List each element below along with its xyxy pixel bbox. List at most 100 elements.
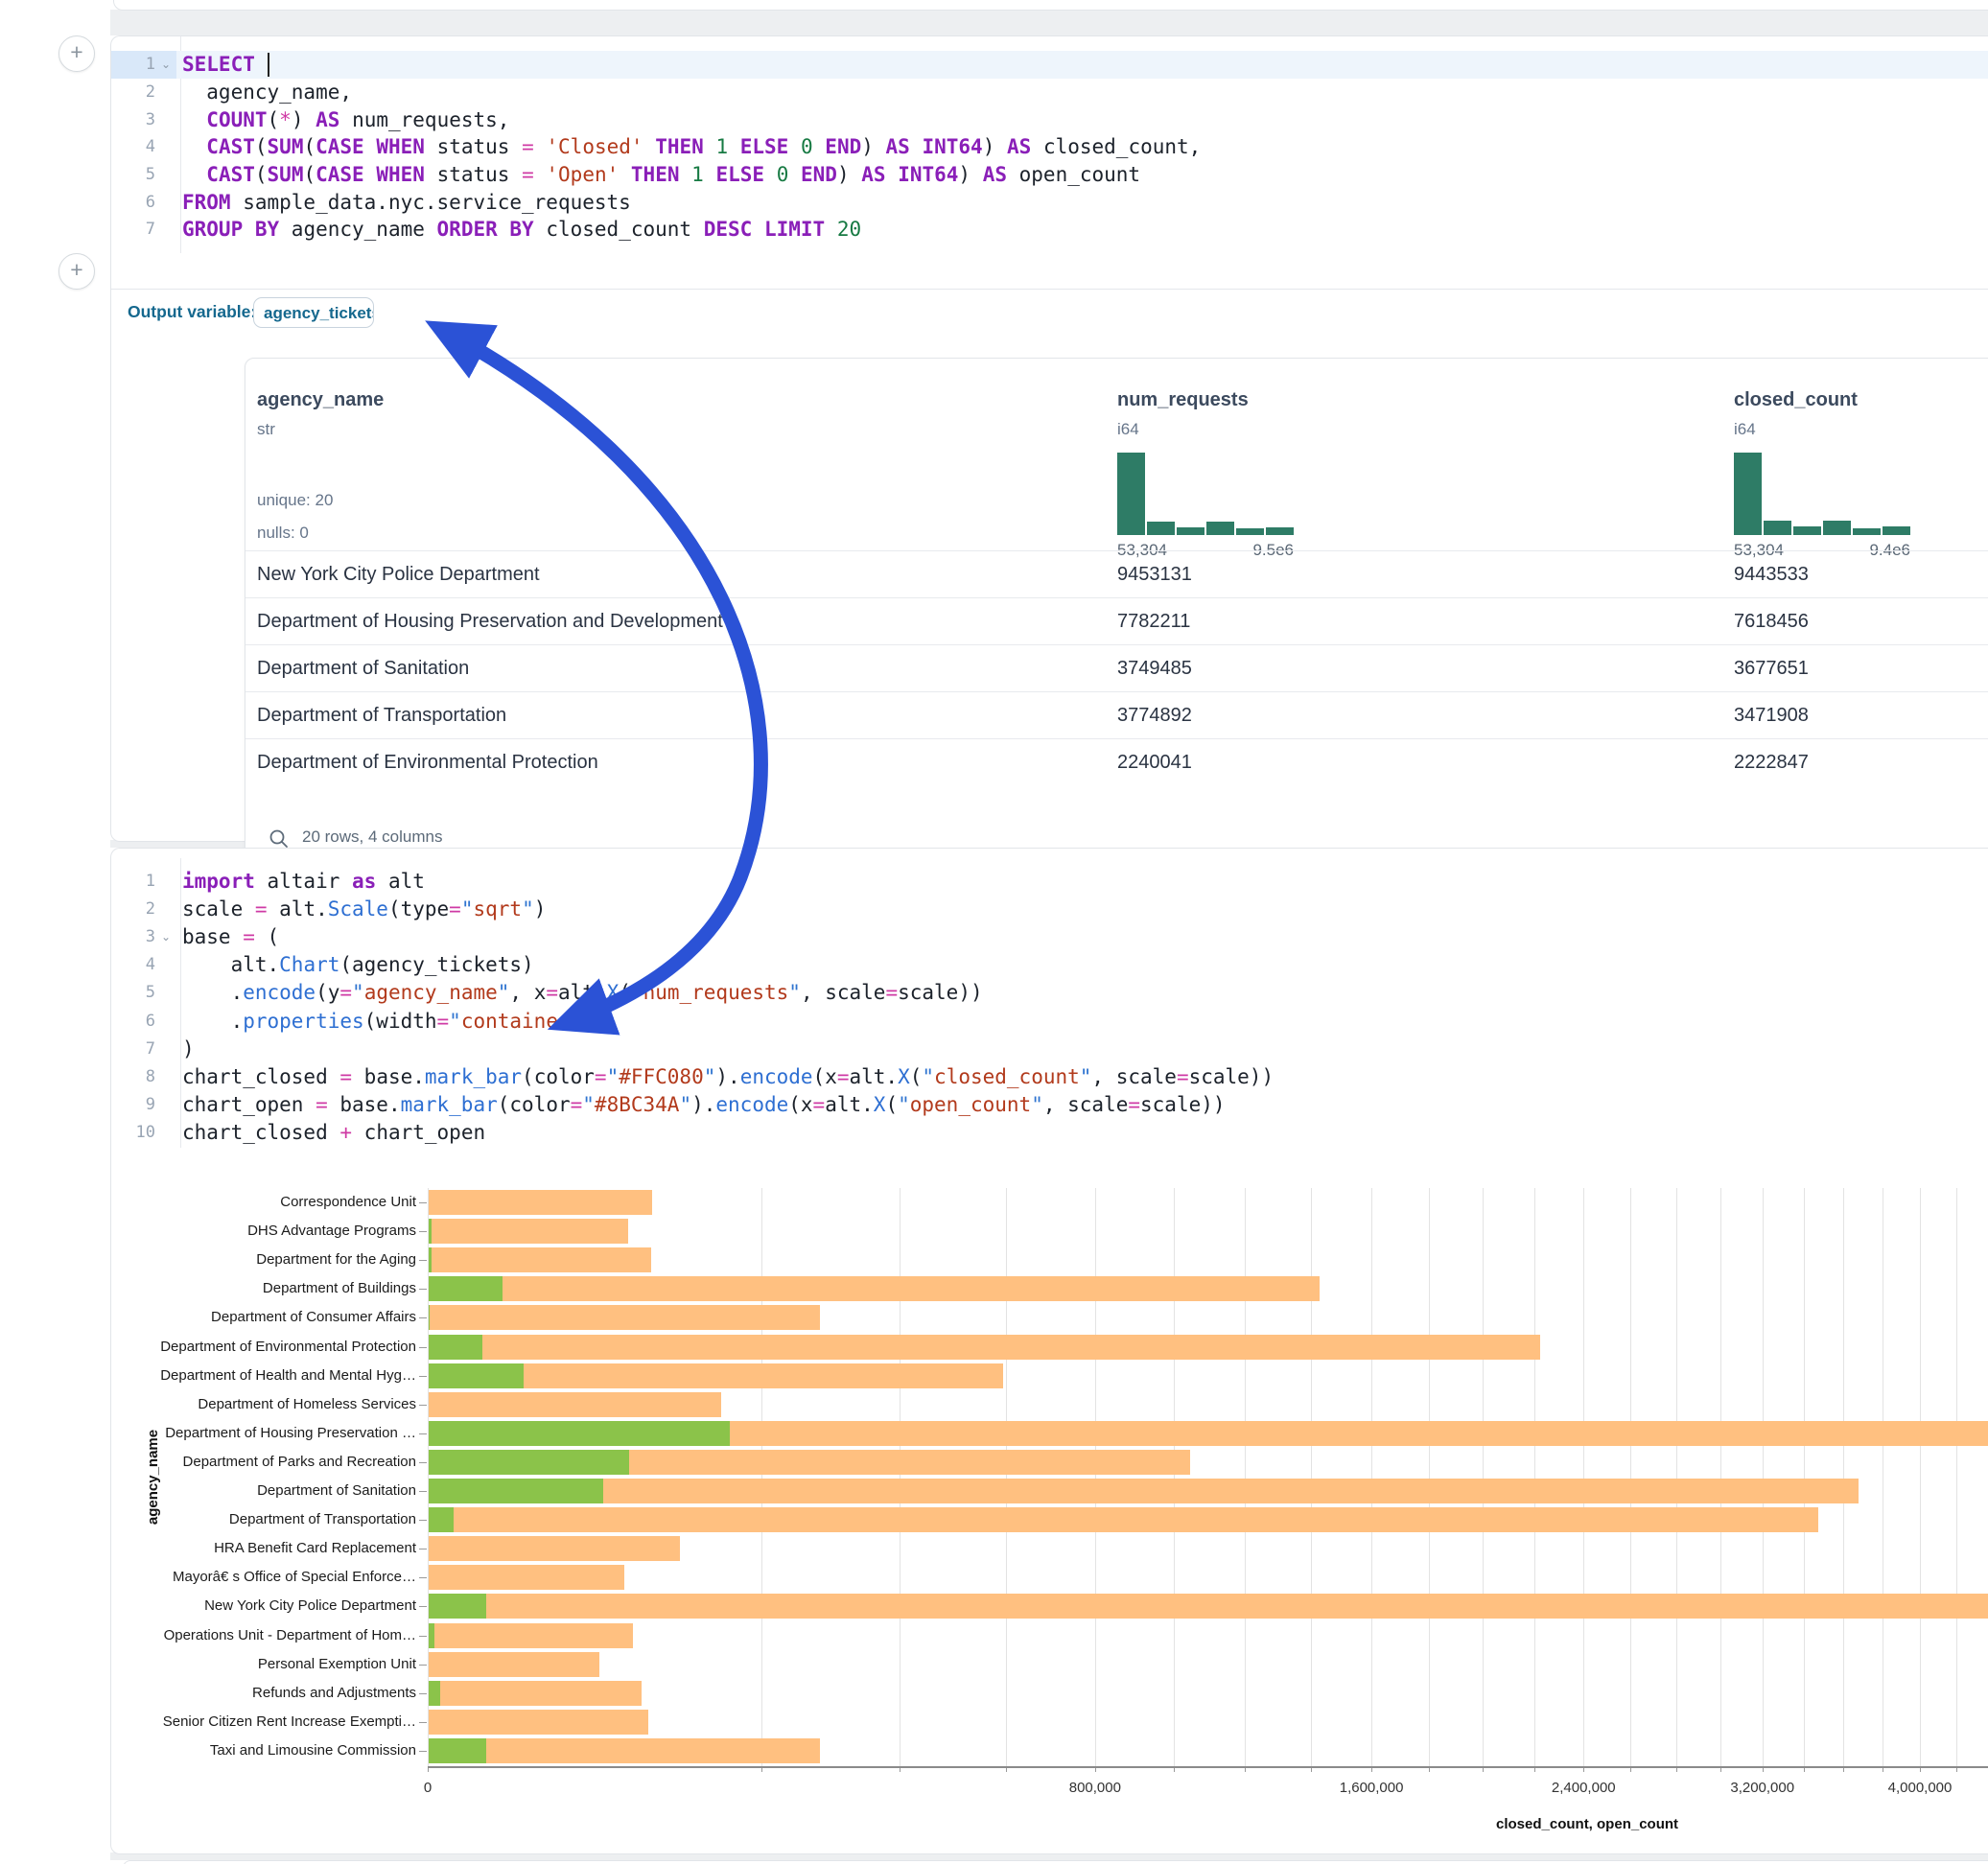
table-cell: 3749485 xyxy=(1117,645,1192,692)
table-cell: 3774892 xyxy=(1117,692,1192,739)
code-text: COUNT(*) AS num_requests, xyxy=(176,108,509,131)
table-row[interactable]: Department of Environmental Protection 22… xyxy=(246,738,1988,786)
line-number: 8 xyxy=(111,1067,155,1086)
code-text: ) xyxy=(176,1037,195,1060)
code-line[interactable]: 5 CAST(SUM(CASE WHEN status = 'Open' THE… xyxy=(111,161,1988,189)
table-cell: 9453131 xyxy=(1117,551,1192,598)
code-line[interactable]: 6 FROM sample_data.nyc.service_requests xyxy=(111,188,1988,216)
line-number: 5 xyxy=(111,165,155,184)
code-text: .encode(y="agency_name", x=alt.X("num_re… xyxy=(176,981,983,1004)
code-text: scale = alt.Scale(type="sqrt") xyxy=(176,897,546,920)
column-histogram xyxy=(1734,453,1910,535)
table-cell: 7618456 xyxy=(1734,598,1809,645)
table-cell: Department of Transportation xyxy=(257,692,506,739)
table-cell: 9443533 xyxy=(1734,551,1809,598)
line-number: 6 xyxy=(111,193,155,212)
code-line[interactable]: 5 .encode(y="agency_name", x=alt.X("num_… xyxy=(111,979,1988,1007)
output-variable-bar: Output variable: agency_tickets xyxy=(111,289,1988,336)
code-text: alt.Chart(agency_tickets) xyxy=(176,953,534,976)
code-text: FROM sample_data.nyc.service_requests xyxy=(176,191,631,214)
line-number: 1 xyxy=(111,55,155,74)
code-text: CAST(SUM(CASE WHEN status = 'Closed' THE… xyxy=(176,135,1201,158)
table-row[interactable]: Department of Transportation 3774892 34719… xyxy=(246,691,1988,739)
line-number: 6 xyxy=(111,1012,155,1031)
code-text: CAST(SUM(CASE WHEN status = 'Open' THEN … xyxy=(176,163,1140,186)
python-code-editor[interactable]: 1 import altair as alt 2 scale = alt.Scale(… xyxy=(111,867,1988,1147)
sql-cell: 1⌄SELECT 2 agency_name,3 COUNT(*) AS num… xyxy=(110,35,1988,842)
code-line[interactable]: 10 chart_closed + chart_open xyxy=(111,1119,1988,1147)
table-cell: Department of Environmental Protection xyxy=(257,739,598,786)
search-icon[interactable] xyxy=(269,828,290,850)
code-text: SELECT xyxy=(176,53,269,78)
output-variable-pill[interactable]: agency_tickets xyxy=(253,297,374,328)
code-text: chart_closed = base.mark_bar(color="#FFC… xyxy=(176,1065,1274,1088)
code-text: chart_closed + chart_open xyxy=(176,1121,485,1144)
code-text: chart_open = base.mark_bar(color="#8BC34… xyxy=(176,1093,1226,1116)
cell-gap xyxy=(110,10,1988,35)
sql-code-editor[interactable]: 1⌄SELECT 2 agency_name,3 COUNT(*) AS num… xyxy=(111,51,1988,244)
notebook-page: + + 1⌄SELECT 2 agency_name,3 COUNT(*) AS… xyxy=(0,0,1988,1864)
plus-icon: + xyxy=(70,39,82,64)
row-count-label: 20 rows, 4 columns xyxy=(302,827,442,847)
add-cell-button[interactable]: + xyxy=(58,253,95,290)
code-text: agency_name, xyxy=(176,81,352,104)
line-number: 10 xyxy=(111,1123,155,1142)
line-number: 4 xyxy=(111,955,155,974)
code-line[interactable]: 3⌄base = ( xyxy=(111,922,1988,950)
code-line[interactable]: 4 alt.Chart(agency_tickets) xyxy=(111,951,1988,979)
line-number: 7 xyxy=(111,1039,155,1059)
line-number: 2 xyxy=(111,899,155,919)
output-variable-label: Output variable: xyxy=(128,302,256,322)
column-stat: nulls: 0 xyxy=(257,524,309,543)
column-type: i64 xyxy=(1734,420,1756,439)
code-text: import altair as alt xyxy=(176,870,425,893)
code-line[interactable]: 3 COUNT(*) AS num_requests, xyxy=(111,105,1988,133)
table-row[interactable]: Department of Housing Preservation and D… xyxy=(246,597,1988,645)
previous-cell-edge xyxy=(113,0,1988,11)
code-line[interactable]: 9 chart_open = base.mark_bar(color="#8BC3… xyxy=(111,1091,1988,1119)
code-line[interactable]: 4 CAST(SUM(CASE WHEN status = 'Closed' T… xyxy=(111,133,1988,161)
code-text: .properties(width="container") xyxy=(176,1010,595,1033)
line-number: 9 xyxy=(111,1095,155,1114)
table-cell: 3471908 xyxy=(1734,692,1809,739)
code-line[interactable]: 7) xyxy=(111,1035,1988,1062)
code-line[interactable]: 2 agency_name, xyxy=(111,79,1988,106)
add-cell-button[interactable]: + xyxy=(58,35,95,72)
table-cell: Department of Sanitation xyxy=(257,645,469,692)
code-line[interactable]: 8 chart_closed = base.mark_bar(color="#FF… xyxy=(111,1062,1988,1090)
table-row[interactable]: Department of Sanitation 3749485 3677651 xyxy=(246,644,1988,692)
python-cell: 1 import altair as alt 2 scale = alt.Scale(… xyxy=(110,848,1988,1854)
column-type: str xyxy=(257,420,275,439)
line-number: 3 xyxy=(111,110,155,129)
chevron-down-icon[interactable]: ⌄ xyxy=(155,930,176,944)
line-number: 3 xyxy=(111,927,155,946)
line-number: 2 xyxy=(111,82,155,102)
table-cell: New York City Police Department xyxy=(257,551,540,598)
code-line[interactable]: 6 .properties(width="container") xyxy=(111,1007,1988,1035)
code-line[interactable]: 1⌄SELECT xyxy=(111,51,1988,79)
table-cell: 2240041 xyxy=(1117,739,1192,786)
chevron-down-icon[interactable]: ⌄ xyxy=(155,58,176,71)
dataframe-preview: agency_namestr unique: 20 nulls: 0 num_requ… xyxy=(245,358,1988,860)
column-type: i64 xyxy=(1117,420,1139,439)
code-line[interactable]: 2 scale = alt.Scale(type="sqrt") xyxy=(111,895,1988,922)
line-number: 1 xyxy=(111,872,155,891)
table-cell: Department of Housing Preservation and D… xyxy=(257,598,723,645)
line-number: 4 xyxy=(111,137,155,156)
column-name[interactable]: agency_name xyxy=(257,389,384,411)
next-cell-edge xyxy=(123,1860,1988,1864)
table-row[interactable]: New York City Police Department 9453131 94… xyxy=(246,550,1988,598)
plus-icon: + xyxy=(70,257,82,282)
table-cell: 7782211 xyxy=(1117,598,1190,645)
line-number: 5 xyxy=(111,983,155,1002)
code-line[interactable]: 7 GROUP BY agency_name ORDER BY closed_co… xyxy=(111,216,1988,244)
column-name[interactable]: closed_count xyxy=(1734,389,1858,411)
column-stat: unique: 20 xyxy=(257,491,333,510)
table-cell: 3677651 xyxy=(1734,645,1809,692)
code-line[interactable]: 1 import altair as alt xyxy=(111,867,1988,895)
column-name[interactable]: num_requests xyxy=(1117,389,1249,411)
line-number: 7 xyxy=(111,220,155,239)
code-text: GROUP BY agency_name ORDER BY closed_cou… xyxy=(176,218,861,241)
code-text: base = ( xyxy=(176,925,279,948)
table-cell: 2222847 xyxy=(1734,739,1809,786)
